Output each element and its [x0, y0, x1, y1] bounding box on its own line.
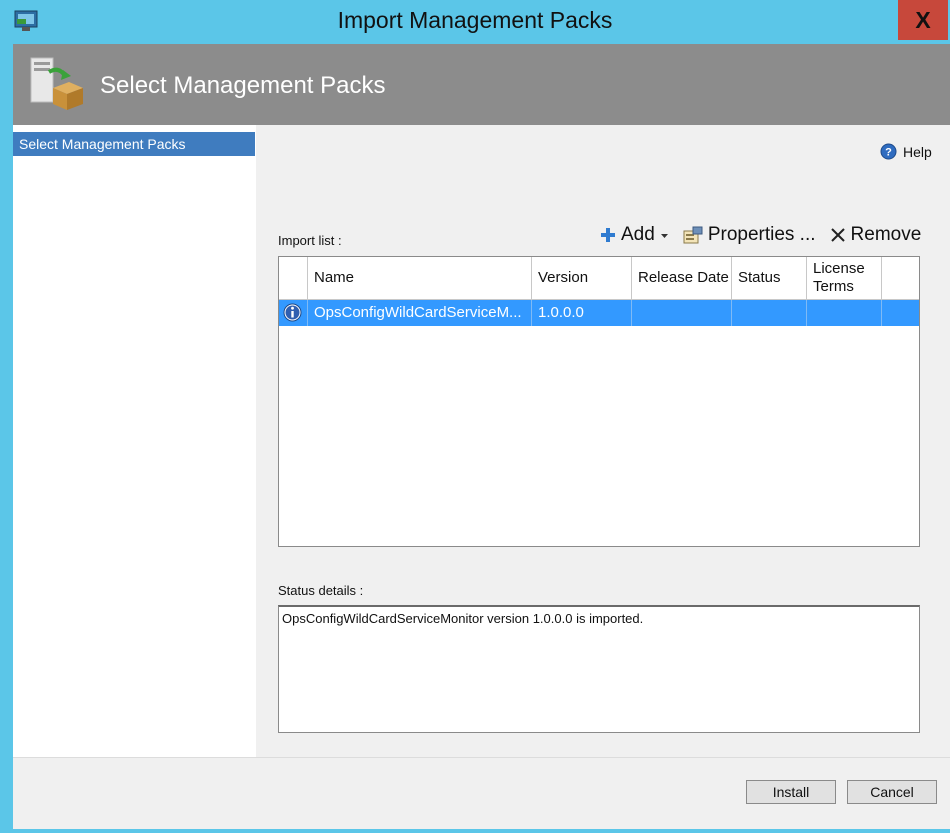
import-list-grid[interactable]: Name Version Release Date Status License…	[278, 256, 920, 547]
import-management-packs-window: Import Management Packs X Select Managem…	[0, 0, 950, 833]
svg-text:?: ?	[885, 147, 892, 159]
column-header-license-terms[interactable]: License Terms	[807, 257, 882, 299]
column-header-icon[interactable]	[279, 257, 308, 299]
install-button[interactable]: Install	[746, 780, 836, 804]
cell-filler	[882, 300, 919, 326]
row-status-cell	[279, 300, 308, 326]
cell-license-terms	[807, 300, 882, 326]
add-button[interactable]: Add	[600, 224, 669, 246]
window-border-bottom	[0, 829, 950, 833]
import-list-label: Import list :	[278, 233, 342, 248]
properties-button[interactable]: Properties ...	[683, 224, 816, 246]
management-pack-icon	[30, 57, 83, 110]
cell-status	[732, 300, 807, 326]
title-bar[interactable]: Import Management Packs X	[0, 0, 950, 44]
chevron-down-icon[interactable]	[660, 231, 669, 240]
close-button[interactable]: X	[898, 0, 948, 40]
remove-icon	[830, 228, 845, 242]
grid-header: Name Version Release Date Status License…	[279, 257, 919, 300]
column-header-status[interactable]: Status	[732, 257, 807, 299]
wizard-content: ? Help Import list : Add Properties ... …	[256, 125, 950, 757]
column-header-version[interactable]: Version	[532, 257, 632, 299]
help-label: Help	[903, 143, 932, 160]
add-label: Add	[621, 224, 655, 245]
properties-label: Properties ...	[707, 224, 816, 245]
info-icon	[283, 303, 302, 322]
cancel-button[interactable]: Cancel	[847, 780, 937, 804]
table-row[interactable]: OpsConfigWildCardServiceM... 1.0.0.0	[279, 300, 919, 326]
column-header-filler	[882, 257, 919, 299]
column-header-release-date[interactable]: Release Date	[632, 257, 732, 299]
wizard-nav-panel: Select Management Packs	[13, 125, 256, 757]
wizard-header: Select Management Packs	[13, 44, 950, 125]
status-details-textbox[interactable]: OpsConfigWildCardServiceMonitor version …	[278, 605, 920, 733]
cell-release-date	[632, 300, 732, 326]
plus-icon	[601, 228, 615, 242]
window-title: Import Management Packs	[337, 7, 613, 33]
remove-label: Remove	[850, 224, 922, 245]
cell-name: OpsConfigWildCardServiceM...	[308, 300, 532, 326]
properties-icon	[683, 226, 703, 244]
cell-version: 1.0.0.0	[532, 300, 632, 326]
remove-button[interactable]: Remove	[830, 224, 922, 246]
help-icon: ?	[880, 143, 897, 160]
nav-item-select-management-packs[interactable]: Select Management Packs	[13, 132, 255, 156]
help-link[interactable]: ? Help	[880, 143, 932, 160]
wizard-page-title: Select Management Packs	[100, 72, 386, 99]
column-header-name[interactable]: Name	[308, 257, 532, 299]
import-list-toolbar: Add Properties ... Remove	[600, 220, 935, 250]
status-details-label: Status details :	[278, 583, 364, 598]
wizard-footer: Install Cancel	[13, 757, 950, 829]
